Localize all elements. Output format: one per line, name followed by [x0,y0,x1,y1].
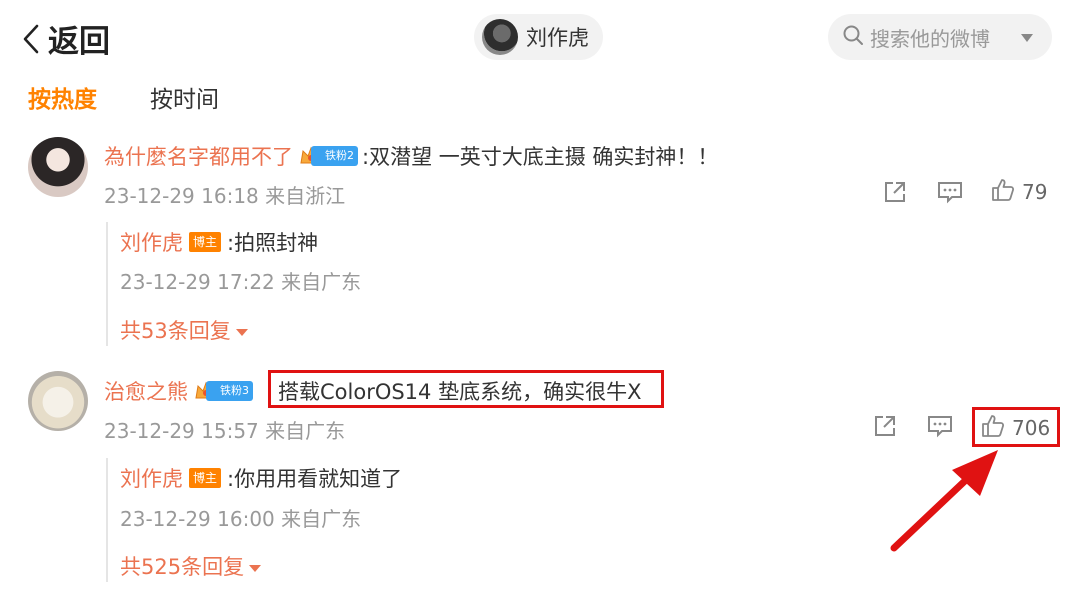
comment-line: 治愈之熊 铁粉3 [104,376,253,406]
reply-divider [106,222,112,346]
fan-level-badge: 铁粉2 [311,146,358,166]
comment-meta: 23-12-29 16:18 来自浙江 [104,184,346,208]
reply-line: 刘作虎 博主 :拍照封神 [120,227,318,257]
comment-actions: 79 [882,177,1047,207]
comment-actions [872,413,954,439]
comment-meta: 23-12-29 15:57 来自广东 [104,419,346,443]
more-replies-link[interactable]: 共525条回复 [120,551,262,581]
annotation-arrow-icon [890,450,998,552]
share-icon[interactable] [882,179,908,205]
comment-text: :双潜望 一英寸大底主摄 确实封神！！ [362,145,719,169]
caret-down-icon [235,318,249,342]
reply-username[interactable]: 刘作虎 [120,227,183,257]
back-label: 返回 [48,24,110,60]
reply-meta: 23-12-29 17:22 来自广东 [120,270,362,294]
avatar[interactable] [28,137,88,197]
chevron-left-icon [22,24,40,54]
reply-text: :你用用看就知道了 [227,467,403,491]
comment-icon[interactable] [926,413,954,439]
caret-down-icon[interactable] [1020,28,1034,47]
back-button[interactable]: 返回 [22,16,110,61]
reply-text: :拍照封神 [227,231,319,255]
more-replies-link[interactable]: 共53条回复 [120,315,249,345]
comment-line: 為什麼名字都用不了 铁粉2 :双潜望 一英寸大底主摄 确实封神！！ [104,141,718,171]
avatar[interactable] [28,371,88,431]
search-placeholder: 搜索他的微博 [870,26,990,51]
more-replies-label: 共525条回复 [120,555,245,579]
comment-icon[interactable] [936,179,964,205]
reply-line: 刘作虎 博主 :你用用看就知道了 [120,463,402,493]
reply-username[interactable]: 刘作虎 [120,463,183,493]
search-input[interactable]: 搜索他的微博 [828,14,1052,60]
like-button[interactable]: 706 [980,413,1050,443]
more-replies-label: 共53条回复 [120,319,231,343]
profile-chip[interactable]: 刘作虎 [474,14,603,60]
reply-meta: 23-12-29 16:00 来自广东 [120,507,362,531]
search-icon [842,24,864,50]
host-badge: 博主 [189,232,222,252]
comment-text: 搭载ColorOS14 垫底系统，确实很牛X [278,380,642,404]
reply-divider [106,458,112,582]
share-icon[interactable] [872,413,898,439]
caret-down-icon [248,554,262,578]
thumbs-up-icon [980,413,1006,443]
tab-sort-hot[interactable]: 按热度 [28,80,97,114]
profile-name: 刘作虎 [526,26,589,50]
like-count: 706 [1012,416,1051,440]
avatar [482,19,518,55]
fan-level-badge: 铁粉3 [206,381,253,401]
comment-username[interactable]: 治愈之熊 [104,376,188,406]
tab-sort-time[interactable]: 按时间 [150,80,219,114]
thumbs-up-icon [990,177,1016,207]
host-badge: 博主 [189,468,222,488]
like-count: 79 [1022,180,1048,204]
like-button[interactable]: 79 [990,177,1047,207]
comment-username[interactable]: 為什麼名字都用不了 [104,141,293,171]
